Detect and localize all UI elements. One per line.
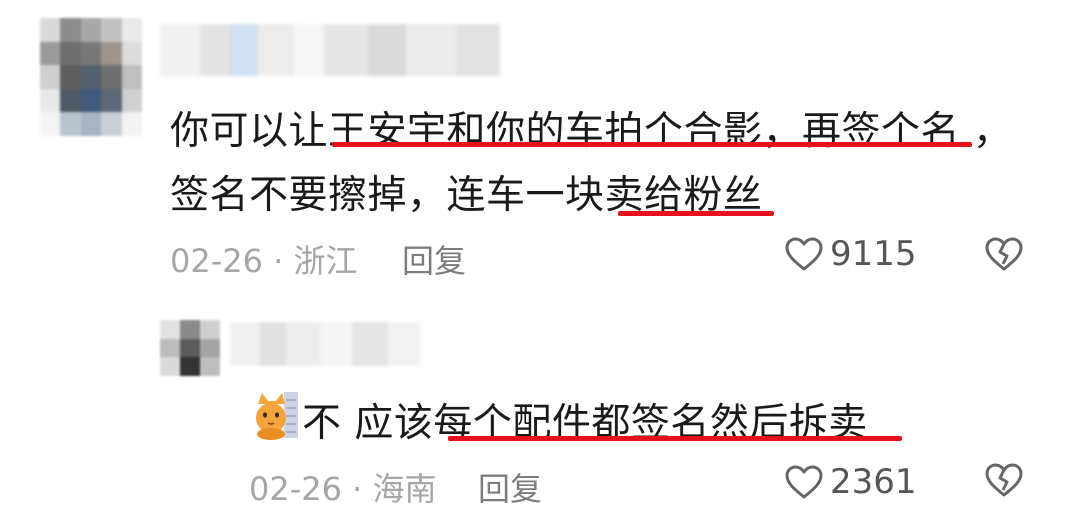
comment-text-line-1: 你可以让王安宇和你的车拍个合影，再签个名 ， [170, 109, 1013, 154]
reply-like-button[interactable]: 2361 [784, 462, 917, 502]
like-button[interactable]: 9115 [784, 234, 917, 274]
red-underline-3 [448, 436, 902, 441]
reply-like-count: 2361 [830, 462, 917, 502]
reply-date-location: 02-26 · 海南 [249, 470, 437, 508]
replier-name-redacted[interactable] [230, 322, 420, 366]
reply-button[interactable]: 回复 [402, 236, 466, 282]
comment-thread: 你可以让王安宇和你的车拍个合影，再签个名 ， 签名不要擦掉，连车一块卖给粉丝 0… [0, 0, 1080, 530]
heart-outline-icon [785, 237, 823, 271]
reply-dislike-button[interactable] [984, 462, 1024, 502]
dislike-button[interactable] [984, 236, 1024, 276]
comment-date-location: 02-26 · 浙江 [170, 242, 358, 280]
commenter-avatar[interactable] [40, 18, 142, 136]
like-count: 9115 [830, 234, 917, 274]
replier-avatar[interactable] [160, 320, 220, 376]
broken-heart-icon [985, 463, 1023, 497]
broken-heart-icon [985, 237, 1023, 271]
commenter-name-redacted[interactable] [160, 24, 500, 76]
cat-emoji-icon [256, 392, 298, 440]
reply-reply-button[interactable]: 回复 [478, 464, 542, 510]
red-underline-2 [618, 211, 774, 216]
red-underline-1 [332, 142, 972, 147]
heart-outline-icon [785, 465, 823, 499]
